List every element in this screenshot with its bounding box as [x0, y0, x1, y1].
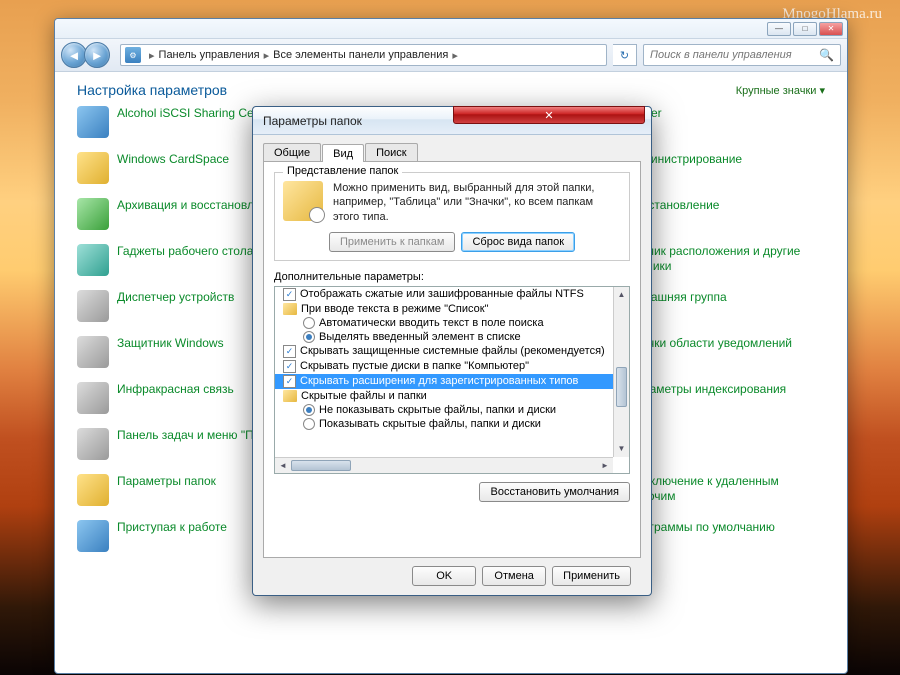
folder-options-dialog: Параметры папок ✕ Общие Вид Поиск Предст…	[252, 106, 652, 596]
applet-link[interactable]: Защитник Windows	[117, 336, 224, 351]
tree-row[interactable]: ✓ Скрывать пустые диски в папке "Компьюте…	[275, 359, 629, 374]
radio-icon[interactable]	[303, 404, 315, 416]
applet-icon	[77, 244, 109, 276]
folder-icon	[283, 181, 323, 221]
tree-row[interactable]: ✓ Скрывать защищенные системные файлы (ре…	[275, 344, 629, 359]
close-icon[interactable]: ✕	[453, 106, 645, 124]
nav-toolbar: ◄ ► ⚙ ▸ Панель управления ▸ Все элементы…	[55, 39, 847, 72]
applet-link[interactable]: Windows CardSpace	[117, 152, 229, 167]
scroll-down-icon[interactable]: ▼	[614, 441, 629, 457]
tree-row-label: Отображать сжатые или зашифрованные файл…	[300, 288, 584, 300]
page-title: Настройка параметров	[77, 82, 227, 98]
reset-folders-button[interactable]: Сброс вида папок	[461, 232, 575, 252]
tree-row[interactable]: Показывать скрытые файлы, папки и диски	[275, 417, 629, 431]
search-icon: 🔍	[819, 48, 834, 62]
tab-view[interactable]: Вид	[322, 144, 364, 162]
tree-row-label: Автоматически вводить текст в поле поиск…	[319, 317, 544, 329]
search-input[interactable]	[650, 49, 819, 61]
applet-icon	[77, 198, 109, 230]
applet-icon	[77, 336, 109, 368]
tree-row[interactable]: ✓ Скрывать расширения для зарегистрирован…	[275, 374, 629, 389]
checkbox-icon[interactable]: ✓	[283, 345, 296, 358]
horizontal-scrollbar[interactable]: ◄ ►	[275, 457, 613, 473]
tree-row-label: Не показывать скрытые файлы, папки и дис…	[319, 404, 556, 416]
chevron-right-icon: ▸	[264, 49, 270, 62]
applet-link[interactable]: Приступая к работе	[117, 520, 227, 535]
checkbox-icon[interactable]: ✓	[283, 360, 296, 373]
search-box[interactable]: 🔍	[643, 44, 841, 66]
restore-defaults-button[interactable]: Восстановить умолчания	[479, 482, 630, 502]
tree-row-label: Показывать скрытые файлы, папки и диски	[319, 418, 541, 430]
tree-row-label: Скрывать пустые диски в папке "Компьютер…	[300, 360, 529, 372]
applet-icon	[77, 474, 109, 506]
apply-button[interactable]: Применить	[552, 566, 631, 586]
scroll-up-icon[interactable]: ▲	[614, 287, 629, 303]
tree-row[interactable]: Выделять введенный элемент в списке	[275, 330, 629, 344]
applet-link[interactable]: Гаджеты рабочего стола	[117, 244, 253, 259]
applet-icon	[77, 520, 109, 552]
tab-general[interactable]: Общие	[263, 143, 321, 161]
maximize-button[interactable]: □	[793, 22, 817, 36]
scroll-left-icon[interactable]: ◄	[275, 461, 291, 470]
applet-link[interactable]: Alcohol iSCSI Sharing Center	[117, 106, 274, 121]
fieldset-description: Можно применить вид, выбранный для этой …	[333, 181, 621, 224]
dialog-titlebar[interactable]: Параметры папок ✕	[253, 107, 651, 135]
applet-icon	[77, 290, 109, 322]
tree-row[interactable]: При вводе текста в режиме "Список"	[275, 302, 629, 316]
apply-to-folders-button[interactable]: Применить к папкам	[329, 232, 456, 252]
radio-icon[interactable]	[303, 418, 315, 430]
checkbox-icon[interactable]: ✓	[283, 288, 296, 301]
breadcrumb-part[interactable]: Все элементы панели управления	[273, 49, 448, 61]
radio-icon[interactable]	[303, 317, 315, 329]
ok-button[interactable]: OK	[412, 566, 476, 586]
close-button[interactable]: ✕	[819, 22, 843, 36]
tab-search[interactable]: Поиск	[365, 143, 417, 161]
applet-icon	[77, 106, 109, 138]
refresh-button[interactable]: ↻	[613, 44, 637, 66]
folder-views-fieldset: Представление папок Можно применить вид,…	[274, 172, 630, 261]
tree-row-label: Скрытые файлы и папки	[301, 390, 427, 402]
minimize-button[interactable]: —	[767, 22, 791, 36]
control-panel-icon: ⚙	[125, 47, 141, 63]
radio-icon[interactable]	[303, 331, 315, 343]
advanced-label: Дополнительные параметры:	[274, 271, 630, 283]
tree-row[interactable]: ✓ Отображать сжатые или зашифрованные фай…	[275, 287, 629, 302]
checkbox-icon[interactable]: ✓	[283, 375, 296, 388]
breadcrumb[interactable]: ⚙ ▸ Панель управления ▸ Все элементы пан…	[120, 44, 607, 66]
advanced-settings-tree[interactable]: ✓ Отображать сжатые или зашифрованные фай…	[274, 286, 630, 474]
applet-icon	[77, 152, 109, 184]
tree-row[interactable]: Скрытые файлы и папки	[275, 389, 629, 403]
breadcrumb-part[interactable]: Панель управления	[159, 49, 260, 61]
applet-link[interactable]: Датчик расположения и другие датчики	[628, 244, 825, 274]
tree-row-label: Скрывать расширения для зарегистрированн…	[300, 375, 578, 387]
applet-link[interactable]: Инфракрасная связь	[117, 382, 234, 397]
folder-icon	[283, 390, 297, 402]
applet-icon	[77, 428, 109, 460]
vertical-scrollbar[interactable]: ▲ ▼	[613, 287, 629, 457]
tree-row-label: При вводе текста в режиме "Список"	[301, 303, 488, 315]
scroll-thumb[interactable]	[291, 460, 351, 471]
view-by-link[interactable]: Крупные значки ▾	[736, 84, 825, 97]
folder-icon	[283, 303, 297, 315]
scroll-thumb[interactable]	[616, 367, 627, 407]
tree-row[interactable]: Не показывать скрытые файлы, папки и дис…	[275, 403, 629, 417]
tree-row-label: Выделять введенный элемент в списке	[319, 331, 521, 343]
cancel-button[interactable]: Отмена	[482, 566, 546, 586]
chevron-right-icon: ▸	[452, 49, 458, 62]
scroll-right-icon[interactable]: ►	[597, 461, 613, 470]
applet-link[interactable]: Подключение к удаленным рабочим	[628, 474, 825, 504]
dialog-title: Параметры папок	[263, 114, 453, 128]
applet-link[interactable]: Параметры папок	[117, 474, 216, 489]
window-titlebar: — □ ✕	[55, 19, 847, 39]
fieldset-legend: Представление папок	[283, 165, 402, 177]
applet-link[interactable]: Диспетчер устройств	[117, 290, 234, 305]
tree-row-label: Скрывать защищенные системные файлы (рек…	[300, 345, 605, 357]
applet-icon	[77, 382, 109, 414]
chevron-right-icon: ▸	[149, 49, 155, 62]
applet-link[interactable]: Значки области уведомлений	[628, 336, 792, 351]
tree-row[interactable]: Автоматически вводить текст в поле поиск…	[275, 316, 629, 330]
forward-button[interactable]: ►	[84, 42, 110, 68]
